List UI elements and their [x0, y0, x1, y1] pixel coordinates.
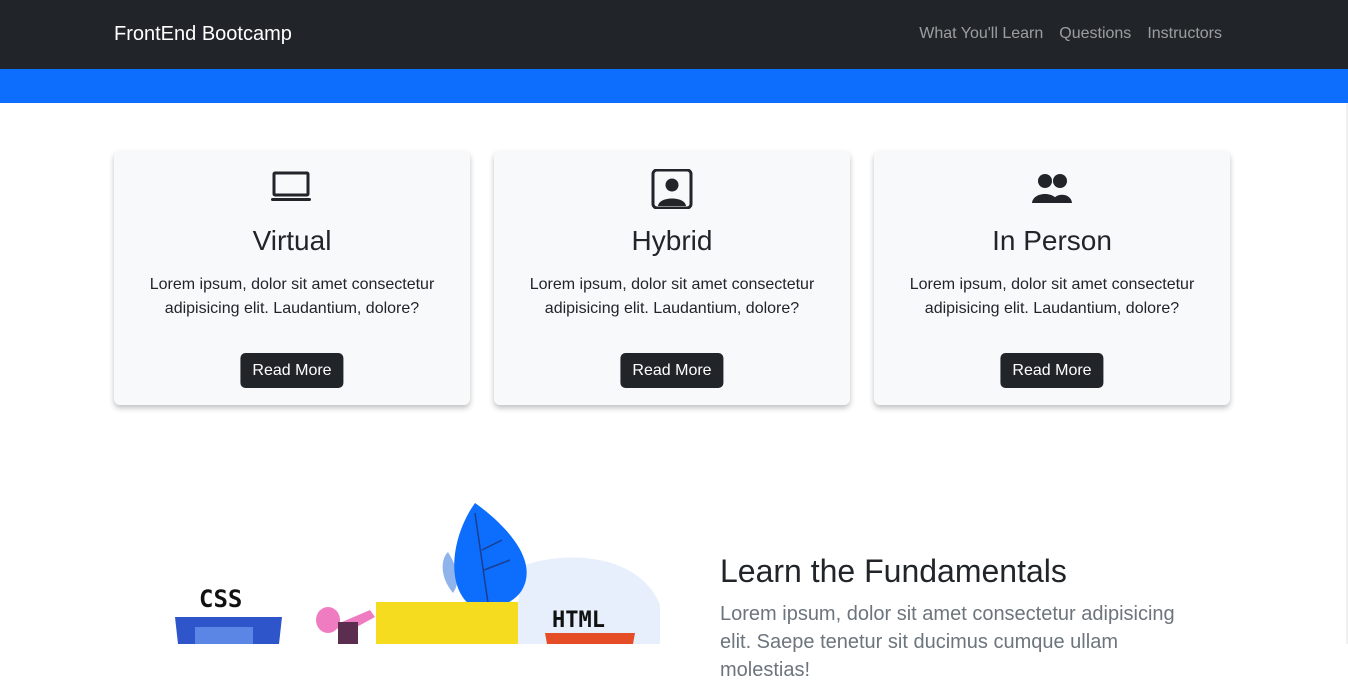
- card-in-person: In Person Lorem ipsum, dolor sit amet co…: [874, 151, 1230, 405]
- card-title: Hybrid: [631, 225, 713, 256]
- brand-logo[interactable]: FrontEnd Bootcamp: [114, 22, 292, 46]
- read-more-button[interactable]: Read More: [1000, 353, 1104, 388]
- navbar: FrontEnd Bootcamp What You'll Learn Ques…: [0, 0, 1348, 69]
- card-title: Virtual: [252, 225, 332, 256]
- card-text: Lorem ipsum, dolor sit amet consectetur …: [529, 276, 815, 317]
- read-more-button[interactable]: Read More: [620, 353, 724, 388]
- card-hybrid: Hybrid Lorem ipsum, dolor sit amet conse…: [494, 151, 850, 405]
- card-virtual: Virtual Lorem ipsum, dolor sit amet cons…: [114, 151, 470, 405]
- card-title: In Person: [992, 225, 1112, 256]
- yellow-box: [376, 602, 518, 644]
- nav-links: What You'll Learn Questions Instructors: [919, 24, 1222, 44]
- nav-link-what-youll-learn[interactable]: What You'll Learn: [919, 24, 1043, 44]
- html-shield: [545, 633, 635, 644]
- person-hair: [316, 607, 340, 633]
- people-icon: [1032, 174, 1072, 203]
- hero-banner: [0, 69, 1348, 103]
- section-title: Learn the Fundamentals: [720, 553, 1067, 589]
- laptop-icon: [271, 171, 311, 201]
- fundamentals-illustration: CSS HTML: [175, 503, 660, 644]
- nav-link-instructors[interactable]: Instructors: [1147, 24, 1222, 44]
- html-label: HTML: [552, 608, 605, 633]
- css-label: CSS: [199, 585, 242, 613]
- section-text: Lorem ipsum, dolor sit amet consectetur …: [720, 603, 1175, 681]
- nav-link-questions[interactable]: Questions: [1059, 24, 1131, 44]
- person-badge-icon: [651, 169, 693, 209]
- card-text: Lorem ipsum, dolor sit amet consectetur …: [909, 276, 1195, 317]
- card-text: Lorem ipsum, dolor sit amet consectetur …: [149, 276, 435, 317]
- large-leaf: [454, 503, 527, 609]
- read-more-button[interactable]: Read More: [240, 353, 344, 388]
